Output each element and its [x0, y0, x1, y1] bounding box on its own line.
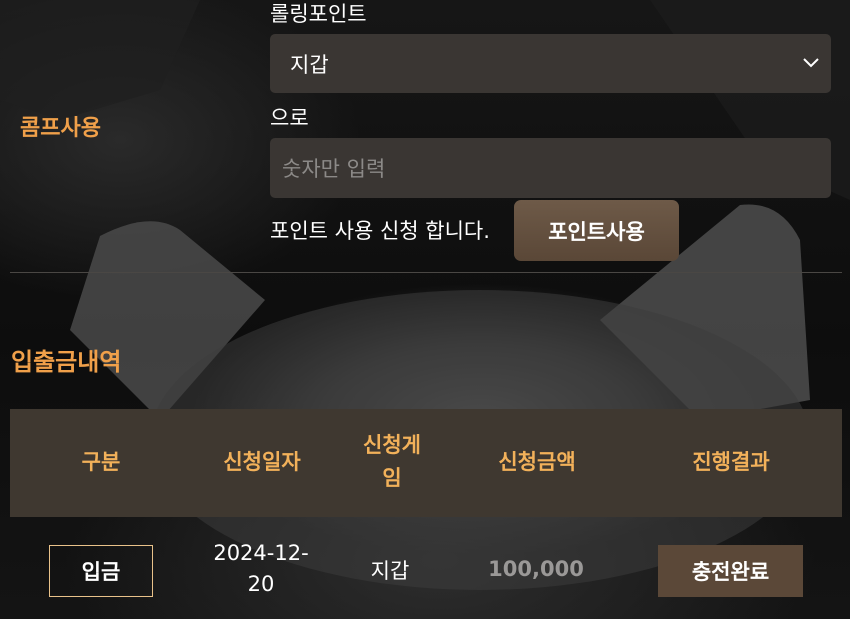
point-amount-placeholder: 숫자만 입력 — [282, 157, 386, 181]
row-amount: 100,000 — [488, 557, 584, 581]
column-header-result: 진행결과 — [692, 450, 770, 474]
column-header-type: 구분 — [81, 450, 121, 474]
type-badge-deposit: 입금 — [49, 545, 153, 597]
rolling-point-label: 롤링포인트 — [270, 2, 367, 26]
chevron-down-icon — [803, 58, 819, 68]
use-point-button[interactable]: 포인트사용 — [514, 200, 679, 261]
wallet-select-value: 지갑 — [290, 52, 329, 77]
point-amount-input[interactable]: 숫자만 입력 — [270, 138, 831, 198]
comp-use-label: 콤프사용 — [20, 116, 101, 141]
column-header-date: 신청일자 — [223, 450, 301, 474]
row-date: 2024-12-20 — [213, 541, 309, 596]
apply-text: 포인트 사용 신청 합니다. — [270, 219, 490, 243]
divider — [10, 272, 842, 273]
history-title: 입출금내역 — [11, 348, 122, 376]
status-badge-complete: 충전완료 — [658, 545, 803, 597]
row-game: 지갑 — [370, 559, 410, 583]
wallet-select[interactable]: 지갑 — [270, 34, 831, 93]
column-header-amount: 신청금액 — [498, 450, 576, 474]
column-header-game: 신청게임 — [363, 433, 421, 490]
to-label: 으로 — [270, 106, 309, 130]
